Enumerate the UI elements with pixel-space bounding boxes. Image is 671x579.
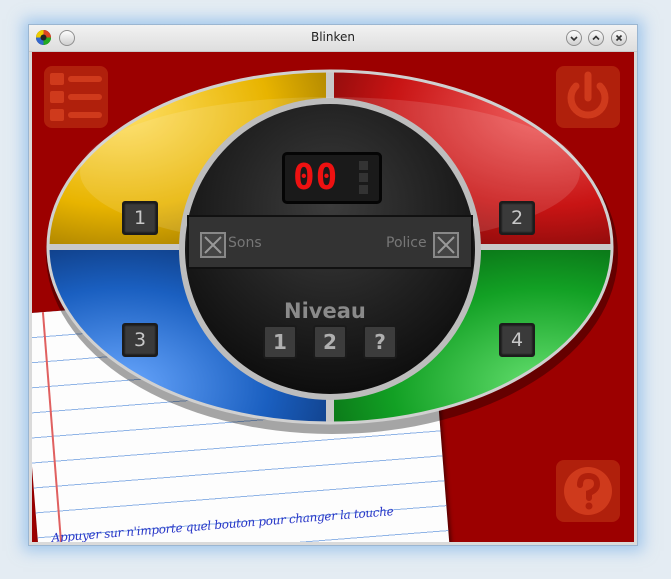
counter-value: 00 <box>293 157 339 198</box>
level-2-button[interactable]: 2 <box>313 325 347 359</box>
sound-label: Sons <box>228 235 262 251</box>
font-checkbox[interactable] <box>433 232 459 258</box>
close-icon[interactable] <box>611 30 627 46</box>
level-title: Niveau <box>284 299 366 323</box>
green-key-label: 4 <box>499 323 535 357</box>
window-title: Blinken <box>310 30 355 44</box>
main-window: Blinken 1 2 3 4 00 Sons Police Niveau 1 … <box>28 24 638 546</box>
red-key-label: 2 <box>499 201 535 235</box>
game-area: 1 2 3 4 00 Sons Police Niveau 1 2 ? Appu… <box>32 52 634 542</box>
font-label: Police <box>386 235 427 251</box>
level-random-button[interactable]: ? <box>363 325 397 359</box>
minimize-icon[interactable] <box>566 30 582 46</box>
maximize-icon[interactable] <box>588 30 604 46</box>
yellow-key-label: 1 <box>122 201 158 235</box>
level-1-button[interactable]: 1 <box>263 325 297 359</box>
score-counter: 00 <box>282 152 382 204</box>
blue-key-label: 3 <box>122 323 158 357</box>
title-bar: Blinken <box>29 25 637 52</box>
sound-checkbox[interactable] <box>200 232 226 258</box>
game-board <box>46 69 618 434</box>
